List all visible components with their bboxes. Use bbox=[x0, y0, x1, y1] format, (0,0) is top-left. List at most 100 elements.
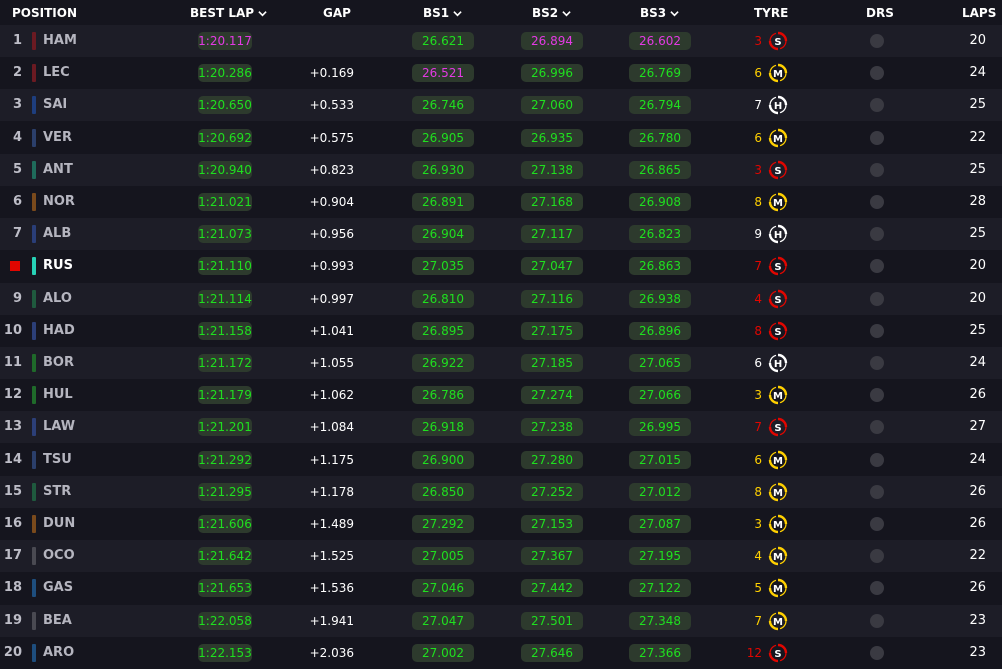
best-sector-3: 26.865 bbox=[629, 160, 691, 179]
table-row[interactable]: 5 ANT 1:20.940 +0.823 26.930 27.138 26.865 3 S 25 bbox=[0, 153, 1002, 186]
table-row[interactable]: 7 ALB 1:21.073 +0.956 26.904 27.117 26.823 9 H 25 bbox=[0, 218, 1002, 251]
best-sector-1: 26.786 bbox=[412, 386, 474, 405]
header-best-lap-sort[interactable]: BEST LAP bbox=[190, 0, 267, 26]
tyre-age: 6 bbox=[754, 452, 762, 467]
driver-code: ALO bbox=[43, 290, 72, 306]
table-row[interactable]: 20 ARO 1:22.153 +2.036 27.002 27.646 27.366 12 S… bbox=[0, 636, 1002, 669]
position-number bbox=[0, 250, 22, 282]
table-row[interactable]: 16 DUN 1:21.606 +1.489 27.292 27.153 27.087 3 M 2… bbox=[0, 508, 1002, 540]
header-bs2-sort[interactable]: BS2 bbox=[532, 0, 571, 26]
tyre-compound-icon: S bbox=[768, 417, 788, 437]
best-sector-2: 27.047 bbox=[521, 257, 583, 276]
best-sector-2: 27.060 bbox=[521, 96, 583, 115]
position-number: 5 bbox=[12, 161, 22, 177]
drs-indicator-icon bbox=[870, 227, 884, 242]
header-bs1-sort[interactable]: BS1 bbox=[423, 0, 462, 26]
header-bs3-sort[interactable]: BS3 bbox=[640, 0, 679, 26]
header-gap[interactable]: GAP bbox=[323, 0, 351, 26]
tyre-age: 4 bbox=[754, 291, 762, 306]
lap-count: 25 bbox=[969, 322, 986, 338]
gap-to-leader: +1.525 bbox=[309, 549, 354, 564]
driver-code: HAM bbox=[43, 33, 77, 48]
driver-code: HAD bbox=[43, 322, 75, 338]
table-row[interactable]: 14 TSU 1:21.292 +1.175 26.900 27.280 27.015 6 M 2… bbox=[0, 443, 1002, 476]
best-sector-1: 26.810 bbox=[412, 289, 474, 308]
lap-count: 26 bbox=[969, 387, 986, 403]
best-lap-time: 1:21.179 bbox=[198, 386, 252, 405]
tyre-compound-letter: M bbox=[773, 134, 783, 145]
header-laps[interactable]: LAPS bbox=[962, 0, 996, 26]
drs-indicator-icon bbox=[870, 356, 884, 370]
driver-code: LEC bbox=[43, 65, 70, 81]
table-row[interactable]: 15 STR 1:21.295 +1.178 26.850 27.252 27.012 8 M 2… bbox=[0, 475, 1002, 508]
header-tyre[interactable]: TYRE bbox=[754, 0, 788, 26]
position-number: 12 bbox=[3, 387, 22, 403]
position-number: 19 bbox=[3, 612, 22, 628]
position-number: 20 bbox=[3, 644, 22, 660]
gap-to-leader: +1.084 bbox=[309, 420, 354, 435]
table-row[interactable]: 10 HAD 1:21.158 +1.041 26.895 27.175 26.896 8 S 2… bbox=[0, 314, 1002, 347]
header-position[interactable]: POSITION bbox=[12, 0, 77, 26]
team-color-bar bbox=[32, 257, 36, 276]
chevron-down-icon bbox=[562, 11, 571, 17]
driver-code: BOR bbox=[43, 355, 74, 370]
table-row[interactable]: 2 LEC 1:20.286 +0.169 26.521 26.996 26.769 6 M 24 bbox=[0, 57, 1002, 90]
table-row[interactable]: 11 BOR 1:21.172 +1.055 26.922 27.185 27.065 6 H 2… bbox=[0, 347, 1002, 379]
best-sector-2: 27.238 bbox=[521, 418, 583, 437]
drs-indicator-icon bbox=[870, 66, 884, 81]
best-sector-3: 26.602 bbox=[629, 32, 691, 50]
table-row[interactable]: 13 LAW 1:21.201 +1.084 26.918 27.238 26.995 7 S 2… bbox=[0, 411, 1002, 444]
tyre-age: 7 bbox=[754, 98, 762, 113]
best-sector-1: 26.746 bbox=[412, 96, 474, 115]
table-row[interactable]: 6 NOR 1:21.021 +0.904 26.891 27.168 26.908 8 M 28 bbox=[0, 186, 1002, 218]
tyre-compound-icon: S bbox=[768, 256, 788, 276]
tyre-age: 3 bbox=[754, 34, 762, 48]
table-row[interactable]: 4 VER 1:20.692 +0.575 26.905 26.935 26.780 6 M 22 bbox=[0, 121, 1002, 154]
drs-indicator-icon bbox=[870, 581, 884, 596]
best-lap-time: 1:20.940 bbox=[198, 160, 252, 179]
best-sector-3: 27.122 bbox=[629, 579, 691, 598]
table-row[interactable]: RUS 1:21.110 +0.993 27.035 27.047 26.863 7 S 20 bbox=[0, 250, 1002, 283]
tyre-compound-icon: S bbox=[768, 31, 788, 51]
lap-count: 26 bbox=[969, 516, 986, 531]
gap-to-leader: +1.536 bbox=[309, 581, 354, 596]
gap-to-leader: +1.062 bbox=[309, 388, 354, 403]
tyre-compound-icon: M bbox=[768, 611, 788, 631]
best-sector-1: 27.047 bbox=[412, 611, 474, 630]
tyre-compound-letter: M bbox=[773, 456, 783, 467]
driver-code: TSU bbox=[43, 451, 72, 467]
gap-to-leader: +1.175 bbox=[309, 452, 354, 467]
best-sector-1: 26.895 bbox=[412, 321, 474, 340]
table-row[interactable]: 18 GAS 1:21.653 +1.536 27.046 27.442 27.122 5 M 2… bbox=[0, 572, 1002, 605]
best-sector-3: 26.908 bbox=[629, 193, 691, 211]
best-sector-3: 26.780 bbox=[629, 128, 691, 147]
best-lap-time: 1:21.073 bbox=[198, 225, 252, 244]
table-row[interactable]: 3 SAI 1:20.650 +0.533 26.746 27.060 26.794 7 H 25 bbox=[0, 89, 1002, 122]
position-number: 3 bbox=[12, 97, 22, 113]
table-row[interactable]: 1 HAM 1:20.117 26.621 26.894 26.602 3 S 20 bbox=[0, 25, 1002, 57]
best-lap-time: 1:21.110 bbox=[198, 257, 252, 276]
tyre-age: 8 bbox=[754, 195, 762, 209]
tyre-compound-letter: S bbox=[774, 166, 781, 177]
header-best-lap-label: BEST LAP bbox=[190, 6, 255, 20]
best-sector-3: 26.938 bbox=[629, 289, 691, 308]
position-number: 11 bbox=[3, 355, 22, 370]
best-sector-2: 26.935 bbox=[521, 128, 583, 147]
table-row[interactable]: 19 BEA 1:22.058 +1.941 27.047 27.501 27.348 7 M 2… bbox=[0, 604, 1002, 637]
drs-indicator-icon bbox=[870, 549, 884, 564]
tyre-compound-letter: H bbox=[774, 101, 782, 112]
tyre-age: 3 bbox=[754, 162, 762, 177]
drs-indicator-icon bbox=[870, 645, 884, 660]
best-sector-1: 27.005 bbox=[412, 547, 474, 566]
lap-count: 28 bbox=[969, 194, 986, 209]
header-drs[interactable]: DRS bbox=[866, 0, 894, 26]
best-sector-2: 27.153 bbox=[521, 515, 583, 533]
table-row[interactable]: 9 ALO 1:21.114 +0.997 26.810 27.116 26.938 4 S 20 bbox=[0, 282, 1002, 315]
best-lap-time: 1:21.642 bbox=[198, 547, 252, 566]
table-row[interactable]: 12 HUL 1:21.179 +1.062 26.786 27.274 27.066 3 M 2… bbox=[0, 379, 1002, 412]
drs-indicator-icon bbox=[870, 130, 884, 145]
best-sector-3: 27.366 bbox=[629, 643, 691, 662]
tyre-compound-icon: M bbox=[768, 482, 788, 502]
gap-to-leader: +0.823 bbox=[309, 162, 354, 177]
table-row[interactable]: 17 OCO 1:21.642 +1.525 27.005 27.367 27.195 4 M 2… bbox=[0, 540, 1002, 573]
